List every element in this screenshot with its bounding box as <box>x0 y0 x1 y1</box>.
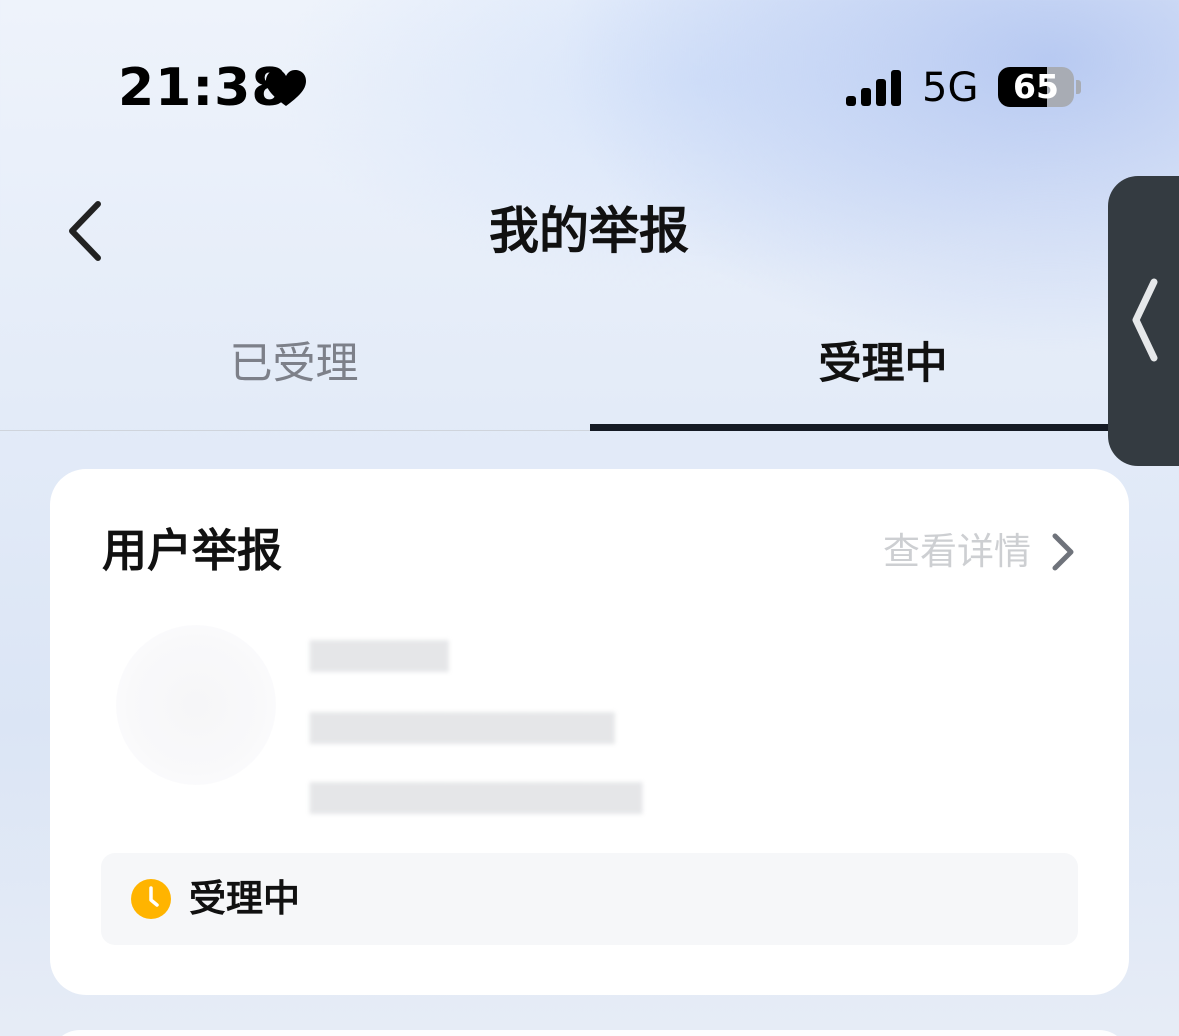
avatar <box>116 625 276 785</box>
redacted-line: ▆▆▆▆▆▆▆▆▆▆▆ <box>310 703 615 744</box>
battery-cap <box>1076 80 1081 94</box>
redacted-line: ▆▆▆▆▆ <box>310 631 449 672</box>
report-card[interactable]: 用户举报 查看详情 ▆▆▆▆▆ ▆▆▆▆▆▆▆▆▆▆▆ ▆▆▆▆▆▆▆▆▆▆▆▆… <box>50 469 1129 995</box>
side-panel-handle[interactable] <box>1108 176 1179 466</box>
tab-accepted[interactable]: 已受理 <box>84 334 504 394</box>
page-title: 我的举报 <box>489 202 689 260</box>
battery-icon: 65 <box>998 67 1074 107</box>
status-bar: 21:38 5G 65 <box>0 0 1179 160</box>
redacted-report-info: ▆▆▆▆▆ ▆▆▆▆▆▆▆▆▆▆▆ ▆▆▆▆▆▆▆▆▆▆▆▆ <box>110 619 810 814</box>
next-card-edge <box>50 1030 1129 1036</box>
network-type: 5G <box>922 65 979 111</box>
card-title: 用户举报 <box>102 524 283 577</box>
battery-level: 65 <box>1013 67 1059 106</box>
status-label: 受理中 <box>189 877 300 920</box>
redacted-line: ▆▆▆▆▆▆▆▆▆▆▆▆ <box>310 773 643 814</box>
chevron-right-icon <box>1052 533 1074 571</box>
status-time: 21:38 <box>118 58 289 118</box>
clock-icon <box>131 879 171 919</box>
tab-processing[interactable]: 受理中 <box>673 334 1093 394</box>
active-tab-indicator <box>590 424 1130 431</box>
chevron-left-icon[interactable] <box>64 198 108 264</box>
chevron-left-icon <box>1132 278 1158 362</box>
view-details-link[interactable]: 查看详情 <box>883 527 1077 577</box>
status-badge: 受理中 <box>101 853 1078 945</box>
heart-icon <box>266 70 306 106</box>
signal-icon <box>846 70 901 106</box>
view-details-label: 查看详情 <box>883 530 1031 573</box>
